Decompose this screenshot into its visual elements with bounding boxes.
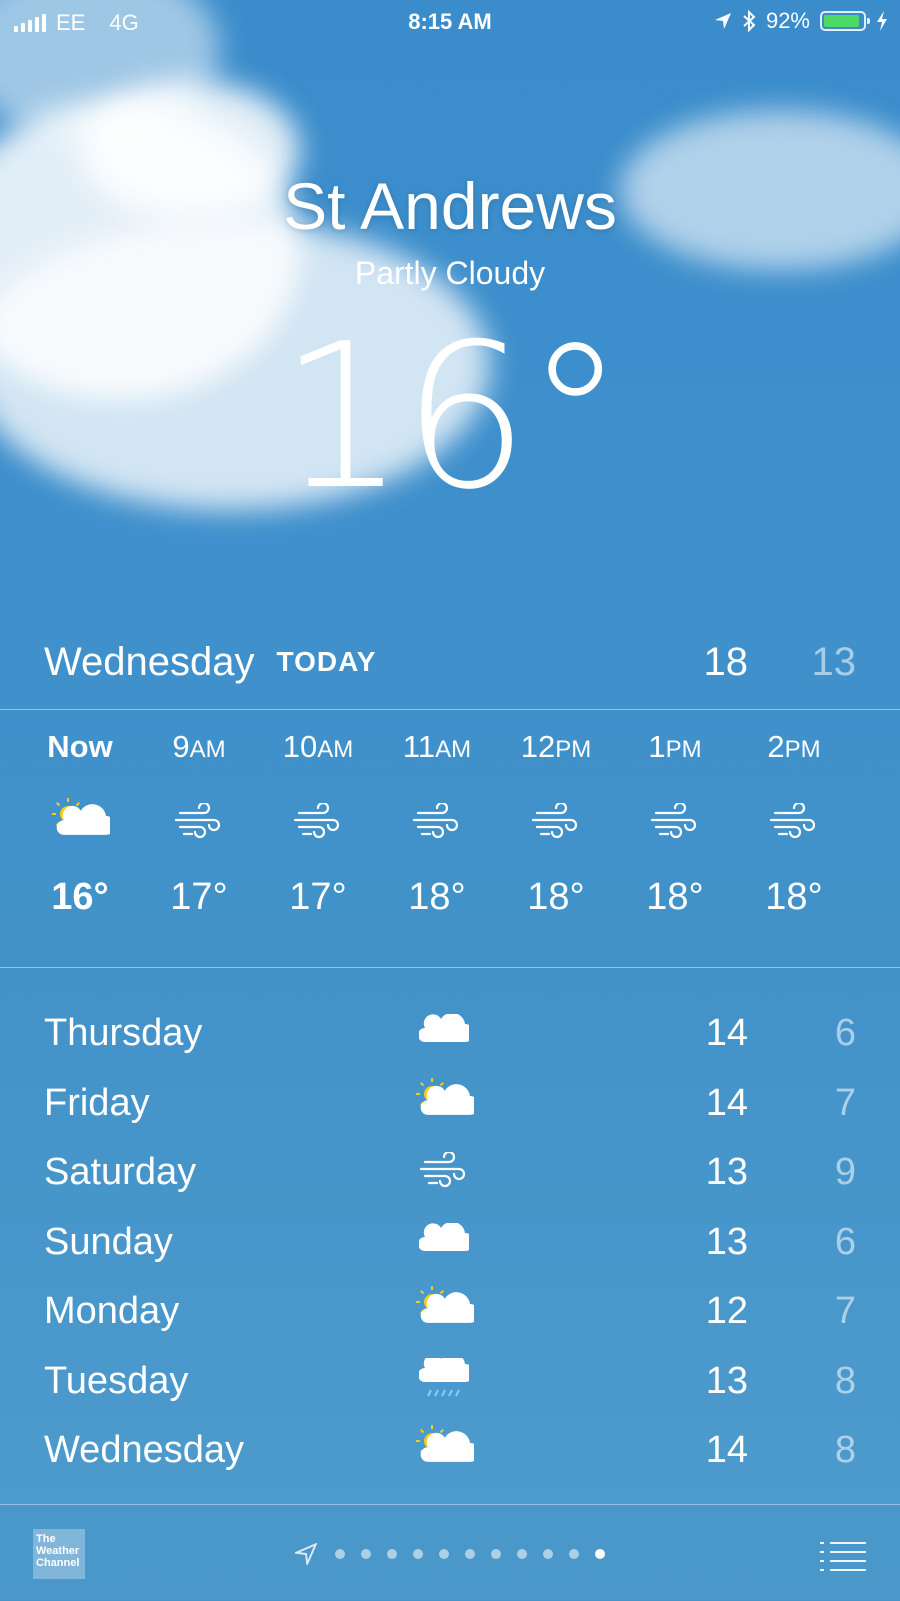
- wind-icon: [734, 786, 854, 856]
- today-high: 18: [703, 639, 749, 684]
- wind-icon: [258, 786, 378, 856]
- hourly-item: 11AM 18°: [377, 722, 497, 919]
- wind-icon: [139, 786, 259, 856]
- day-name: Tuesday: [44, 1359, 189, 1402]
- hour-temperature: 18°: [408, 876, 466, 918]
- today-summary: Wednesday TODAY 18 13: [44, 632, 856, 692]
- wind-icon: [414, 1145, 474, 1195]
- page-dot[interactable]: [413, 1549, 423, 1559]
- battery-icon: [820, 11, 870, 31]
- page-dot[interactable]: [361, 1549, 371, 1559]
- hourly-item: 10AM 17°: [258, 722, 378, 919]
- day-low: 8: [834, 1359, 856, 1402]
- page-dot[interactable]: [569, 1549, 579, 1559]
- hour-label: 9AM: [172, 729, 226, 764]
- day-high: 13: [705, 1359, 748, 1402]
- hour-temperature: 18°: [646, 876, 704, 918]
- city-name: St Andrews: [283, 169, 617, 243]
- partly-cloudy-icon: [20, 786, 140, 856]
- bottom-toolbar: The Weather Channel: [0, 1504, 900, 1601]
- day-high: 14: [705, 1012, 748, 1054]
- day-low: 6: [834, 1220, 856, 1263]
- hour-temperature: 17°: [170, 876, 228, 918]
- daily-row: Thursday 14 6: [44, 1000, 856, 1070]
- day-low: 7: [834, 1081, 856, 1124]
- day-high: 14: [705, 1429, 748, 1471]
- daily-row: Sunday 13 6: [44, 1209, 856, 1279]
- day-name: Monday: [44, 1290, 180, 1332]
- hour-label: 10AM: [282, 729, 354, 764]
- page-dot[interactable]: [439, 1549, 449, 1559]
- today-tag: TODAY: [276, 646, 377, 677]
- partly-cloudy-icon: [414, 1423, 474, 1473]
- hour-temperature: 18°: [765, 876, 823, 918]
- day-name: Saturday: [44, 1151, 197, 1193]
- partly-cloudy-icon: [414, 1076, 474, 1126]
- divider: [0, 709, 900, 710]
- day-high: 13: [705, 1151, 748, 1193]
- hour-label: 11AM: [402, 729, 472, 764]
- page-dot[interactable]: [335, 1549, 345, 1559]
- day-low: 7: [834, 1290, 856, 1332]
- hour-temperature: 16°: [51, 876, 109, 918]
- current-temperature: 16°: [278, 301, 626, 534]
- cloud-icon: [414, 1215, 474, 1265]
- day-high: 14: [705, 1081, 748, 1124]
- wind-icon: [615, 786, 735, 856]
- city-list-icon[interactable]: [820, 1535, 866, 1578]
- day-high: 13: [705, 1220, 748, 1263]
- day-low: 6: [834, 1012, 856, 1054]
- day-name: Sunday: [44, 1220, 173, 1263]
- hourly-item: Now 16°: [20, 722, 140, 919]
- daily-row: Saturday 13 9: [44, 1139, 856, 1209]
- hour-label: 12PM: [520, 729, 592, 764]
- page-dot[interactable]: [491, 1549, 501, 1559]
- day-low: 8: [834, 1429, 856, 1471]
- charging-bolt-icon: [877, 11, 887, 31]
- battery-percent: 92%: [765, 8, 810, 33]
- hourly-item: 2PM 18°: [734, 722, 854, 919]
- hour-label: 1PM: [648, 729, 702, 764]
- hour-temperature: 18°: [527, 876, 585, 918]
- wind-icon: [377, 786, 497, 856]
- page-dot[interactable]: [465, 1549, 475, 1559]
- hourly-forecast[interactable]: Now 16° 9AM 17° 10AM 17° 11AM 18° 12PM 18° 1P…: [20, 722, 900, 952]
- hour-label: Now: [47, 729, 113, 764]
- hourly-item: 1PM 18°: [615, 722, 735, 919]
- divider: [0, 967, 900, 968]
- hourly-item: 12PM 18°: [496, 722, 616, 919]
- day-high: 12: [705, 1290, 748, 1332]
- hour-temperature: 17°: [289, 876, 347, 918]
- day-name: Wednesday: [44, 1429, 244, 1471]
- location-arrow-icon: [714, 13, 731, 29]
- rain-icon: [414, 1354, 474, 1404]
- location-arrow-icon: [295, 1543, 317, 1565]
- status-bar: EE 4G 8:15 AM 92%: [0, 0, 900, 44]
- hourly-item: 9AM 17°: [139, 722, 259, 919]
- daily-row: Tuesday 13 8: [44, 1348, 856, 1418]
- page-dot[interactable]: [595, 1549, 605, 1559]
- partly-cloudy-icon: [414, 1284, 474, 1334]
- weather-condition: Partly Cloudy: [354, 255, 546, 291]
- day-name: Friday: [44, 1081, 150, 1124]
- wind-icon: [496, 786, 616, 856]
- day-low: 9: [834, 1151, 856, 1193]
- bluetooth-icon: [743, 10, 756, 32]
- page-dot[interactable]: [387, 1549, 397, 1559]
- hour-label: 2PM: [767, 729, 821, 764]
- day-name: Thursday: [44, 1012, 203, 1054]
- today-low: 13: [811, 639, 857, 684]
- page-dot[interactable]: [517, 1549, 527, 1559]
- daily-row: Wednesday 14 8: [44, 1417, 856, 1487]
- today-day: Wednesday: [44, 639, 255, 684]
- daily-row: Monday 12 7: [44, 1278, 856, 1348]
- cloud-icon: [414, 1006, 474, 1056]
- daily-forecast[interactable]: Thursday 14 6 Friday 14 7 Saturday 13 9 Sun…: [44, 1000, 856, 1487]
- page-dot[interactable]: [543, 1549, 553, 1559]
- page-indicator[interactable]: [0, 1543, 900, 1565]
- daily-row: Friday 14 7: [44, 1070, 856, 1140]
